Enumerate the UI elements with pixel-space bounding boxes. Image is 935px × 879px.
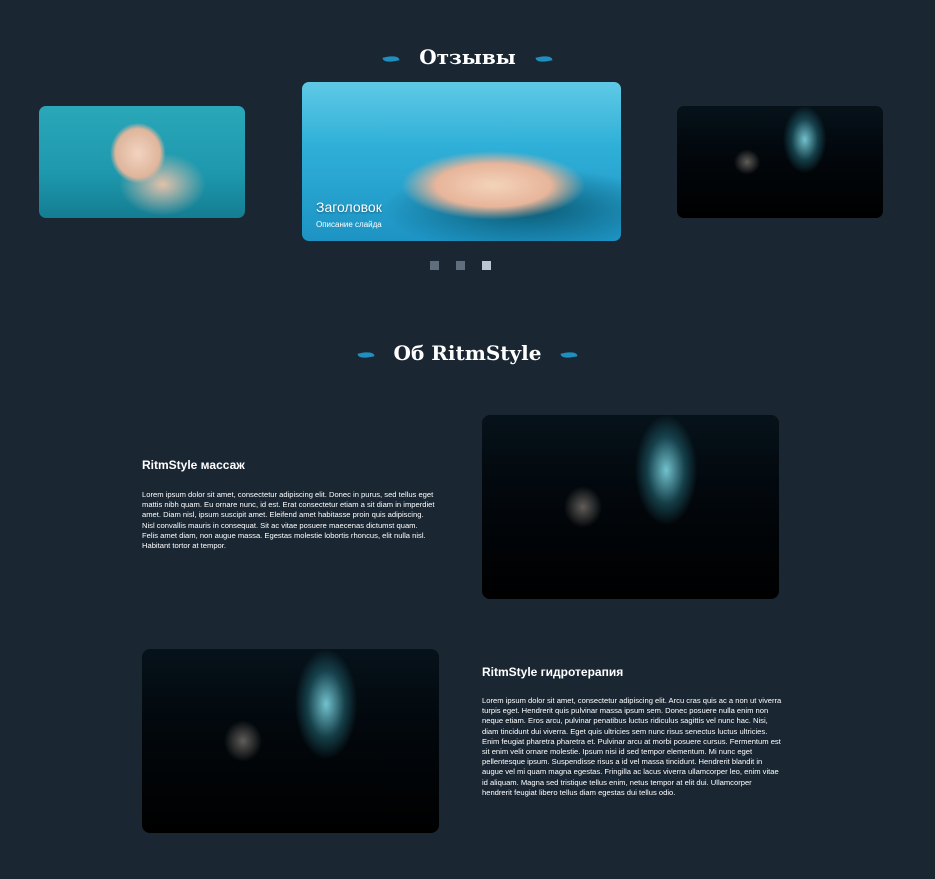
slide-caption-description: Описание слайда: [316, 220, 382, 229]
carousel-dot-3[interactable]: [482, 261, 491, 270]
diver-dark-water-image: [482, 415, 779, 599]
about-title: Об RitmStyle: [393, 341, 542, 365]
massage-description: Lorem ipsum dolor sit amet, consectetur …: [142, 490, 435, 551]
about-section-title: Об RitmStyle: [0, 341, 935, 365]
leaf-ornament-icon: [535, 53, 553, 64]
hydrotherapy-heading: RitmStyle гидротерапия: [482, 665, 624, 679]
reviews-section-title: Отзывы: [0, 45, 935, 69]
diver-dark-water-image: [677, 106, 883, 218]
hydrotherapy-description: Lorem ipsum dolor sit amet, consectetur …: [482, 696, 782, 797]
woman-floating-pool-image: [302, 82, 621, 241]
slide-prev[interactable]: [39, 106, 245, 218]
slide-next[interactable]: [677, 106, 883, 218]
diver-dark-water-image: [142, 649, 439, 833]
slide-active[interactable]: Заголовок Описание слайда: [302, 82, 621, 241]
massage-heading: RitmStyle массаж: [142, 458, 245, 472]
massage-image: [482, 415, 779, 599]
reviews-title: Отзывы: [419, 45, 516, 69]
leaf-ornament-icon: [357, 349, 374, 360]
carousel-dot-1[interactable]: [430, 261, 439, 270]
carousel-dot-2[interactable]: [456, 261, 465, 270]
baby-underwater-image: [39, 106, 245, 218]
leaf-ornament-icon: [382, 53, 400, 64]
slide-caption-title: Заголовок: [316, 199, 382, 215]
hydrotherapy-image: [142, 649, 439, 833]
leaf-ornament-icon: [561, 349, 578, 360]
